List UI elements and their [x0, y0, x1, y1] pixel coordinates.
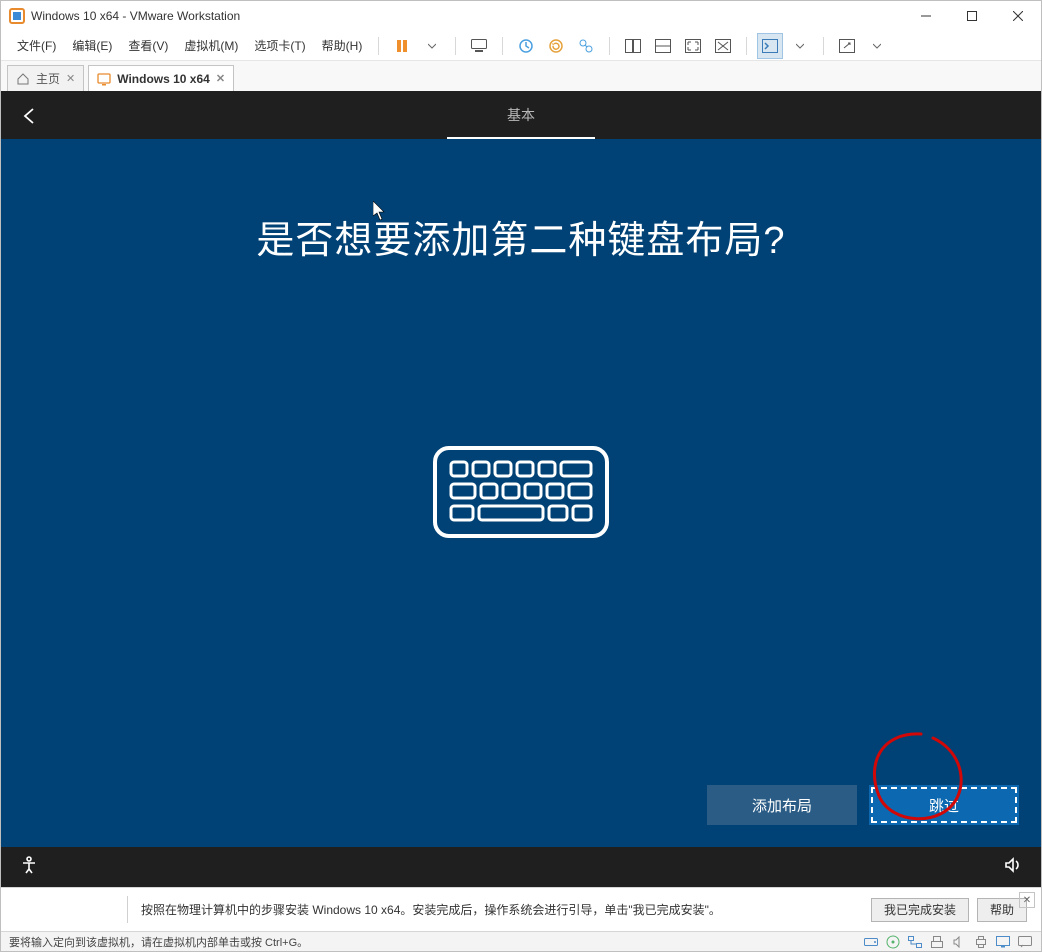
maximize-button[interactable]: [949, 1, 995, 31]
oobe-header: 基本: [1, 91, 1041, 139]
close-icon[interactable]: ✕: [1019, 892, 1035, 908]
vm-tab-icon: [97, 72, 111, 86]
menubar: 文件(F) 编辑(E) 查看(V) 虚拟机(M) 选项卡(T) 帮助(H): [1, 31, 1041, 61]
snapshot-revert-icon[interactable]: [543, 33, 569, 59]
fullscreen-icon[interactable]: [680, 33, 706, 59]
pause-icon[interactable]: [389, 33, 415, 59]
display-icon[interactable]: [995, 934, 1011, 950]
volume-icon[interactable]: [1003, 855, 1023, 880]
tab-vm[interactable]: Windows 10 x64 ✕: [88, 65, 234, 91]
install-prompt-text: 按照在物理计算机中的步骤安装 Windows 10 x64。安装完成后，操作系统…: [141, 901, 863, 918]
expand-icon[interactable]: [834, 33, 860, 59]
menu-edit[interactable]: 编辑(E): [66, 33, 118, 58]
sound-icon[interactable]: [951, 934, 967, 950]
close-icon[interactable]: ✕: [66, 72, 75, 85]
install-prompt-bar: 按照在物理计算机中的步骤安装 Windows 10 x64。安装完成后，操作系统…: [1, 887, 1041, 931]
close-button[interactable]: [995, 1, 1041, 31]
menu-tabs[interactable]: 选项卡(T): [248, 33, 311, 58]
statusbar: 要将输入定向到该虚拟机，请在虚拟机内部单击或按 Ctrl+G。: [1, 931, 1041, 951]
console-dropdown-icon[interactable]: [787, 33, 813, 59]
oobe-screen: 基本 是否想要添加第二种键盘布局?: [1, 91, 1041, 887]
menu-view[interactable]: 查看(V): [122, 33, 174, 58]
stretch-icon[interactable]: [650, 33, 676, 59]
tab-home-label: 主页: [36, 70, 60, 87]
oobe-actions: 添加布局 跳过: [707, 785, 1019, 825]
network-icon[interactable]: [907, 934, 923, 950]
menu-vm[interactable]: 虚拟机(M): [178, 33, 244, 58]
titlebar: Windows 10 x64 - VMware Workstation: [1, 1, 1041, 31]
messages-icon[interactable]: [1017, 934, 1033, 950]
oobe-footer: [1, 847, 1041, 887]
window-title: Windows 10 x64 - VMware Workstation: [31, 9, 240, 23]
skip-button[interactable]: 跳过: [869, 785, 1019, 825]
send-ctrl-alt-del-icon[interactable]: [466, 33, 492, 59]
menu-file[interactable]: 文件(F): [11, 33, 62, 58]
vm-display[interactable]: 基本 是否想要添加第二种键盘布局?: [1, 91, 1041, 887]
status-text: 要将输入定向到该虚拟机，请在虚拟机内部单击或按 Ctrl+G。: [9, 934, 308, 950]
home-icon: [16, 72, 30, 86]
fit-guest-icon[interactable]: [620, 33, 646, 59]
close-icon[interactable]: ✕: [216, 72, 225, 85]
vmware-app-icon: [9, 8, 25, 24]
menu-help[interactable]: 帮助(H): [316, 33, 369, 58]
oobe-body: 是否想要添加第二种键盘布局?: [1, 139, 1041, 847]
printer-icon[interactable]: [973, 934, 989, 950]
snapshot-take-icon[interactable]: [513, 33, 539, 59]
tab-home[interactable]: 主页 ✕: [7, 65, 84, 91]
keyboard-icon: [431, 444, 611, 545]
app-window: Windows 10 x64 - VMware Workstation 文件(F…: [0, 0, 1042, 952]
tabstrip: 主页 ✕ Windows 10 x64 ✕: [1, 61, 1041, 91]
accessibility-icon[interactable]: [19, 855, 39, 880]
expand-dropdown-icon[interactable]: [864, 33, 890, 59]
install-done-button[interactable]: 我已完成安装: [871, 898, 969, 922]
usb-icon[interactable]: [929, 934, 945, 950]
snapshot-manager-icon[interactable]: [573, 33, 599, 59]
add-layout-button[interactable]: 添加布局: [707, 785, 857, 825]
cdrom-icon[interactable]: [885, 934, 901, 950]
oobe-category-tab[interactable]: 基本: [447, 91, 595, 139]
console-view-icon[interactable]: [757, 33, 783, 59]
hdd-icon[interactable]: [863, 934, 879, 950]
unity-icon[interactable]: [710, 33, 736, 59]
dropdown-icon[interactable]: [419, 33, 445, 59]
minimize-button[interactable]: [903, 1, 949, 31]
tab-vm-label: Windows 10 x64: [117, 72, 210, 86]
oobe-heading: 是否想要添加第二种键盘布局?: [256, 209, 785, 264]
back-arrow-icon[interactable]: [19, 105, 41, 127]
